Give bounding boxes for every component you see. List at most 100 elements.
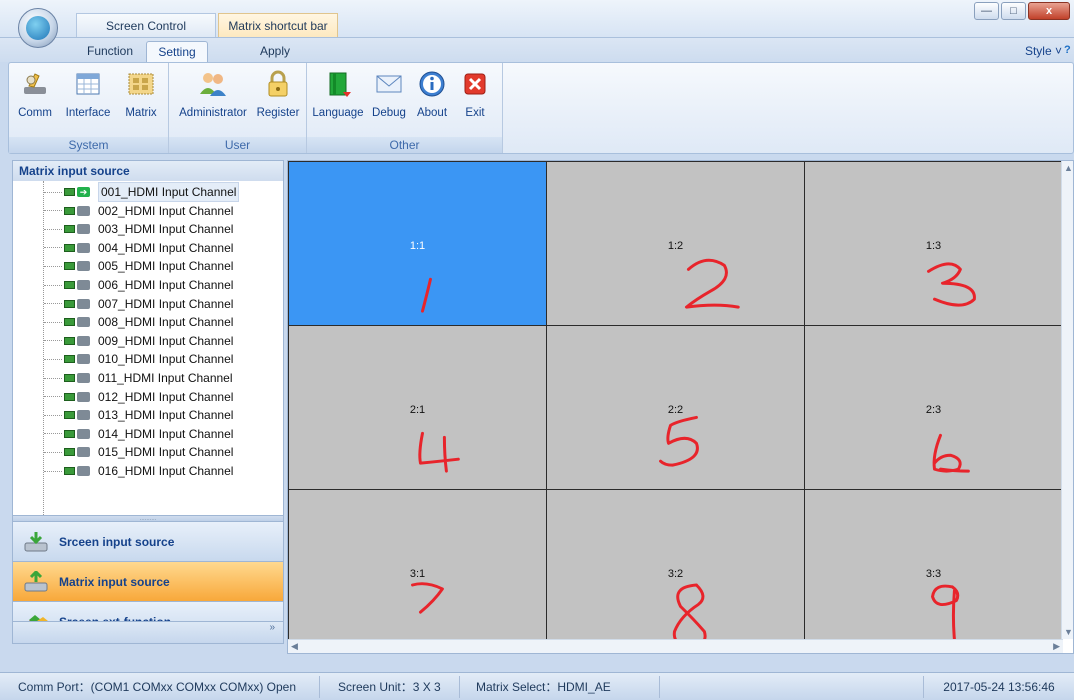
nav-screen-input-label: Srceen input source [59, 534, 175, 549]
maximize-button[interactable]: □ [1001, 2, 1026, 20]
screen-cell-3-3[interactable]: 3:3 [805, 490, 1063, 650]
matrix-button[interactable]: Matrix [121, 69, 161, 119]
tree-item-label: 013_HDMI Input Channel [98, 408, 234, 423]
channel-icon [64, 298, 94, 310]
channel-icon [64, 372, 94, 384]
tree-item-channel-15[interactable]: 015_HDMI Input Channel [44, 443, 233, 461]
screen-cell-2-2[interactable]: 2:2 [547, 326, 805, 490]
register-button[interactable]: Register [255, 69, 301, 119]
style-dropdown[interactable]: Style ˅ [1025, 44, 1062, 58]
channel-icon [64, 409, 94, 421]
matrix-shortcut-tab[interactable]: Matrix shortcut bar [218, 13, 338, 37]
tab-apply[interactable]: Apply [240, 41, 310, 62]
tree-item-channel-3[interactable]: 003_HDMI Input Channel [44, 220, 233, 238]
exit-label: Exit [465, 107, 485, 119]
nav-screen-input-source[interactable]: Srceen input source [13, 521, 283, 561]
tab-function[interactable]: Function [80, 41, 140, 62]
channel-icon [64, 353, 94, 365]
handwritten-digit [420, 277, 432, 313]
language-button[interactable]: Language [311, 69, 365, 119]
status-bar: Comm Port：(COM1 COMxx COMxx COMxx) Open … [0, 672, 1074, 700]
tree-connector [44, 414, 62, 416]
help-icon[interactable]: ? [1064, 44, 1074, 56]
channel-icon [64, 335, 94, 347]
tree-connector [44, 358, 62, 360]
administrator-button[interactable]: Administrator [175, 69, 251, 119]
tree-item-label: 012_HDMI Input Channel [98, 389, 234, 404]
tree-item-label: 011_HDMI Input Channel [98, 371, 233, 385]
status-screen-unit: Screen Unit：3 X 3 [320, 675, 460, 698]
horizontal-scrollbar[interactable]: ◀ ▶ [288, 639, 1063, 653]
matrix-input-tree: ➔ 001_HDMI Input Channel 002_HDMI Input Ch… [43, 181, 283, 515]
exit-icon [460, 69, 490, 99]
screen-cell-1-2[interactable]: 1:2 [547, 162, 805, 326]
handwritten-digit [659, 415, 699, 467]
register-label: Register [256, 107, 300, 119]
tree-item-channel-6[interactable]: 006_HDMI Input Channel [44, 276, 233, 294]
screen-cell-2-1[interactable]: 2:1 [289, 326, 547, 490]
tree-item-channel-13[interactable]: 013_HDMI Input Channel [44, 406, 233, 424]
tree-item-label: 007_HDMI Input Channel [98, 296, 234, 311]
close-button[interactable]: x [1028, 2, 1070, 20]
about-button[interactable]: About [413, 69, 451, 119]
tree-connector [44, 210, 62, 212]
channel-icon [64, 223, 94, 235]
window-controls: — □ x [974, 2, 1070, 20]
matrix-label: Matrix [125, 107, 157, 119]
tab-setting[interactable]: Setting [146, 41, 208, 62]
tree-item-channel-1[interactable]: ➔ 001_HDMI Input Channel [44, 182, 240, 202]
group-system: Comm Interface Matrix System [9, 63, 169, 153]
about-label: About [416, 107, 448, 119]
screen-grid: 1:1 1:2 1:3 2:1 2:2 2:3 3:1 3:2 3:3 [288, 161, 1063, 650]
screen-cell-1-1[interactable]: 1:1 [289, 162, 547, 326]
tree-item-label: 014_HDMI Input Channel [98, 426, 234, 441]
channel-icon: ➔ [64, 186, 94, 198]
handwritten-digit [932, 433, 970, 473]
exit-button[interactable]: Exit [459, 69, 491, 119]
tree-item-channel-14[interactable]: 014_HDMI Input Channel [44, 425, 233, 443]
tree-item-channel-2[interactable]: 002_HDMI Input Channel [44, 202, 233, 220]
tree-item-channel-9[interactable]: 009_HDMI Input Channel [44, 332, 233, 350]
tree-connector [44, 377, 62, 379]
tree-item-label: 001_HDMI Input Channel [98, 182, 240, 202]
scroll-down-icon[interactable]: ▼ [1064, 627, 1073, 637]
nav-more-button[interactable]: » [13, 621, 283, 643]
handwritten-digit [418, 431, 460, 473]
title-bar: Screen Control System Matrix shortcut ba… [0, 0, 1074, 57]
group-other: Language Debug About Exit Other [307, 63, 503, 153]
screen-cell-3-1[interactable]: 3:1 [289, 490, 547, 650]
minimize-button[interactable]: — [974, 2, 999, 20]
interface-button[interactable]: Interface [63, 69, 113, 119]
tree-item-label: 016_HDMI Input Channel [98, 464, 234, 478]
nav-matrix-input-source[interactable]: Matrix input source [13, 561, 283, 601]
comm-label: Comm [18, 107, 52, 119]
tree-connector [44, 228, 62, 230]
tree-item-channel-10[interactable]: 010_HDMI Input Channel [44, 350, 233, 368]
tree-connector [44, 470, 62, 472]
tree-item-channel-4[interactable]: 004_HDMI Input Channel [44, 239, 233, 257]
app-orb-button[interactable] [18, 8, 58, 48]
tree-connector [44, 321, 62, 323]
tree-item-channel-5[interactable]: 005_HDMI Input Channel [44, 257, 233, 275]
handwritten-digit [672, 583, 707, 649]
screen-cell-3-2[interactable]: 3:2 [547, 490, 805, 650]
scroll-up-icon[interactable]: ▲ [1064, 163, 1073, 173]
screen-cell-1-3[interactable]: 1:3 [805, 162, 1063, 326]
vertical-scrollbar[interactable]: ▲ ▼ [1061, 161, 1073, 639]
tree-connector [44, 284, 62, 286]
scroll-right-icon[interactable]: ▶ [1053, 641, 1060, 652]
tree-connector [44, 303, 62, 305]
scroll-left-icon[interactable]: ◀ [291, 641, 298, 652]
tree-item-channel-11[interactable]: 011_HDMI Input Channel [44, 369, 233, 387]
screen-cell-2-3[interactable]: 2:3 [805, 326, 1063, 490]
handwritten-digit [931, 584, 960, 641]
debug-button[interactable]: Debug [369, 69, 409, 119]
tree-item-channel-16[interactable]: 016_HDMI Input Channel [44, 462, 233, 480]
matrix-input-icon [23, 570, 49, 593]
tree-item-channel-12[interactable]: 012_HDMI Input Channel [44, 388, 233, 406]
administrator-label: Administrator [179, 107, 247, 119]
handwritten-digit [411, 582, 444, 614]
comm-button[interactable]: Comm [17, 69, 53, 119]
tree-item-channel-7[interactable]: 007_HDMI Input Channel [44, 295, 233, 313]
tree-item-channel-8[interactable]: 008_HDMI Input Channel [44, 313, 233, 331]
